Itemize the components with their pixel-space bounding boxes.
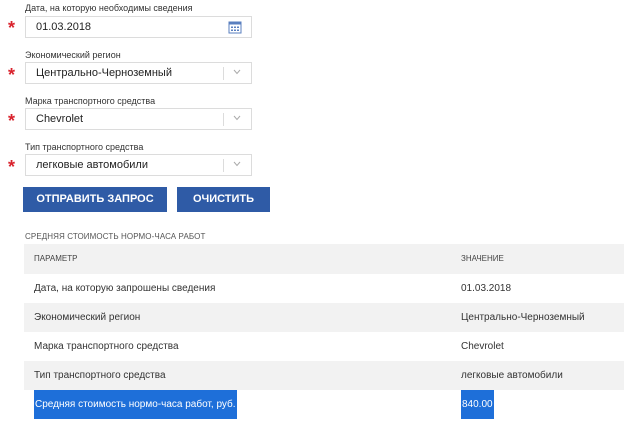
region-value: Центрально-Черноземный [36,67,172,79]
vehicle-type-value: легковые автомобили [36,159,148,171]
calendar-icon[interactable] [228,20,242,34]
required-mark: * [8,65,16,85]
row-param-selected: Средняя стоимость нормо-часа работ, руб. [34,390,237,419]
date-input[interactable]: 01.03.2018 [25,16,252,38]
clear-button[interactable]: ОЧИСТИТЬ [177,187,270,212]
table-row-highlighted: Средняя стоимость нормо-часа работ, руб.… [24,390,624,419]
date-label: Дата, на которую необходимы сведения [25,3,193,13]
row-value-selected: 840.00 [461,390,494,419]
vehicle-type-label: Тип транспортного средства [25,142,144,152]
chevron-down-icon[interactable] [232,158,242,170]
table-row: Марка транспортного средства Chevrolet [24,332,624,361]
table-row: Экономический регион Центрально-Чернозем… [24,303,624,332]
submit-request-button[interactable]: ОТПРАВИТЬ ЗАПРОС [23,187,167,212]
table-row: Тип транспортного средства легковые авто… [24,361,624,390]
brand-label: Марка транспортного средства [25,96,156,106]
row-value: 01.03.2018 [461,283,512,294]
row-value: Центрально-Черноземный [461,312,585,323]
column-header-param: ПАРАМЕТР [34,254,78,263]
region-label: Экономический регион [25,50,121,60]
vehicle-type-select[interactable]: легковые автомобили [25,154,252,176]
region-select[interactable]: Центрально-Черноземный [25,62,252,84]
result-section-title: СРЕДНЯЯ СТОИМОСТЬ НОРМО-ЧАСА РАБОТ [25,232,206,241]
table-header-row: ПАРАМЕТР ЗНАЧЕНИЕ [24,244,624,274]
brand-select[interactable]: Chevrolet [25,108,252,130]
select-divider [223,113,224,126]
chevron-down-icon[interactable] [232,66,242,78]
row-param: Марка транспортного средства [34,341,179,352]
column-header-value: ЗНАЧЕНИЕ [461,254,504,263]
table-row: Дата, на которую запрошены сведения 01.0… [24,274,624,303]
required-mark: * [8,18,16,38]
row-param: Дата, на которую запрошены сведения [34,283,216,294]
select-divider [223,67,224,80]
chevron-down-icon[interactable] [232,112,242,124]
result-table: ПАРАМЕТР ЗНАЧЕНИЕ Дата, на которую запро… [24,244,624,419]
row-param: Экономический регион [34,312,141,323]
required-mark: * [8,157,16,177]
required-mark: * [8,111,16,131]
brand-value: Chevrolet [36,113,84,125]
row-value: легковые автомобили [461,370,563,381]
date-value: 01.03.2018 [36,21,92,33]
row-value: Chevrolet [461,341,504,352]
select-divider [223,159,224,172]
row-param: Тип транспортного средства [34,370,166,381]
